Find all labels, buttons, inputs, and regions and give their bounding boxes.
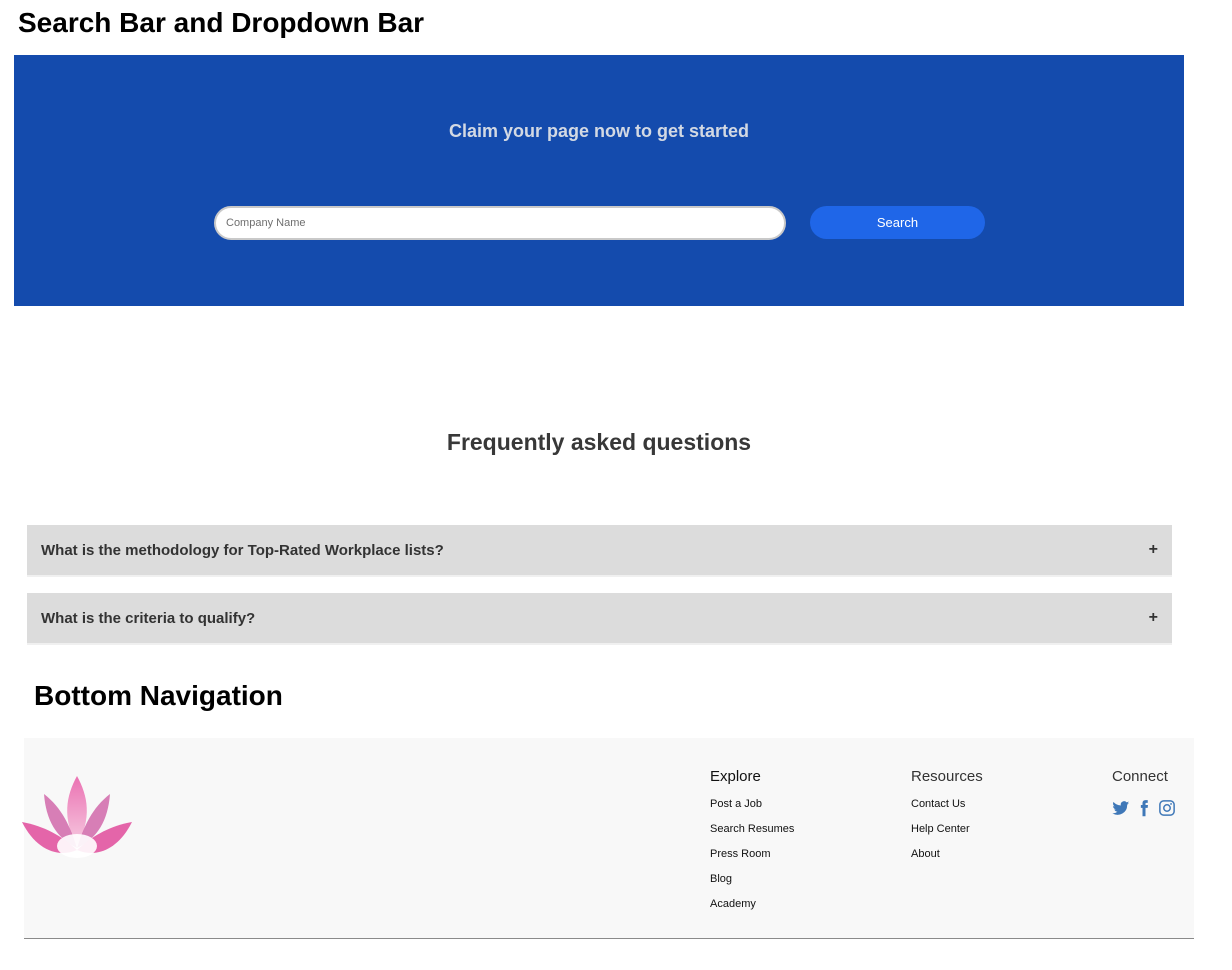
faq-title: Frequently asked questions: [446, 429, 752, 455]
footer-link-about[interactable]: About: [911, 842, 983, 867]
hero-banner: Claim your page now to get started Searc…: [14, 55, 1184, 306]
lotus-logo-icon: [22, 776, 132, 858]
faq-item-criteria[interactable]: What is the criteria to qualify? +: [27, 593, 1172, 645]
footer-link-press-room[interactable]: Press Room: [710, 842, 794, 867]
footer: Explore Post a Job Search Resumes Press …: [22, 738, 1194, 939]
footer-link-help-center[interactable]: Help Center: [911, 817, 983, 842]
section-label-search: Search Bar and Dropdown Bar: [18, 7, 425, 38]
footer-heading-resources: Resources: [911, 768, 983, 785]
footer-link-contact-us[interactable]: Contact Us: [911, 792, 983, 817]
footer-heading-connect: Connect: [1112, 768, 1168, 785]
twitter-icon[interactable]: [1112, 799, 1130, 817]
search-button[interactable]: Search: [810, 206, 985, 239]
footer-column-connect: Connect: [1112, 768, 1176, 817]
section-label-bottom-nav: Bottom Navigation: [34, 680, 283, 711]
footer-link-blog[interactable]: Blog: [710, 867, 794, 892]
instagram-icon[interactable]: [1158, 799, 1176, 817]
footer-link-academy[interactable]: Academy: [710, 892, 794, 917]
social-links: [1112, 799, 1176, 817]
expand-plus-icon[interactable]: +: [1149, 609, 1158, 627]
expand-plus-icon[interactable]: +: [1149, 541, 1158, 559]
company-search-input[interactable]: [214, 206, 786, 240]
faq-question: What is the methodology for Top-Rated Wo…: [41, 542, 444, 559]
footer-column-explore: Explore Post a Job Search Resumes Press …: [710, 768, 794, 917]
facebook-icon[interactable]: [1135, 799, 1153, 817]
footer-column-resources: Resources Contact Us Help Center About: [911, 768, 983, 867]
faq-question: What is the criteria to qualify?: [41, 610, 256, 627]
footer-link-search-resumes[interactable]: Search Resumes: [710, 817, 794, 842]
footer-heading-explore: Explore: [710, 768, 761, 785]
footer-link-post-a-job[interactable]: Post a Job: [710, 792, 794, 817]
faq-item-methodology[interactable]: What is the methodology for Top-Rated Wo…: [27, 525, 1172, 577]
hero-title: Claim your page now to get started: [448, 121, 750, 141]
